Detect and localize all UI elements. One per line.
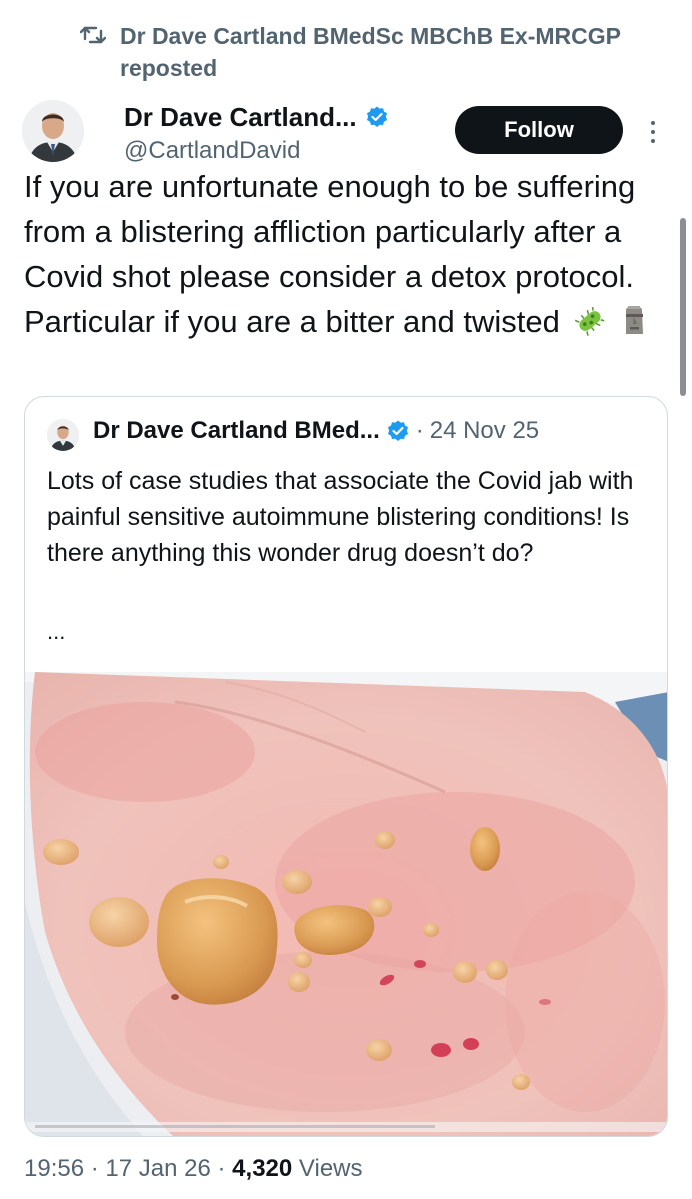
author-handle[interactable]: @CartlandDavid <box>124 136 300 166</box>
repost-text[interactable]: Dr Dave Cartland BMedSc MBChB Ex-MRCGP r… <box>120 20 680 84</box>
author-avatar[interactable] <box>22 100 84 162</box>
scrollbar[interactable] <box>680 218 686 396</box>
quoted-post-card[interactable]: Dr Dave Cartland BMed... · 24 Nov 25 Lot… <box>24 396 668 1137</box>
quoted-verified-badge-icon <box>386 419 410 443</box>
post-text: If you are unfortunate enough to be suff… <box>24 164 664 348</box>
repost-icon <box>80 20 106 50</box>
post-date[interactable]: 17 Jan 26 <box>105 1155 210 1182</box>
views-label[interactable]: Views <box>299 1155 363 1182</box>
more-options-icon[interactable] <box>643 112 663 152</box>
microbe-emoji-icon <box>574 303 605 348</box>
quoted-date[interactable]: 24 Nov 25 <box>430 417 539 445</box>
post-text-content: If you are unfortunate enough to be suff… <box>24 169 636 339</box>
verified-badge-icon <box>365 105 389 129</box>
moai-emoji-icon <box>619 302 649 348</box>
follow-button[interactable]: Follow <box>455 106 623 154</box>
meta-separator: · <box>90 1155 99 1182</box>
post-time[interactable]: 19:56 <box>24 1155 84 1182</box>
quoted-separator: · <box>415 417 424 444</box>
author-name[interactable]: Dr Dave Cartland... <box>124 100 357 134</box>
views-count[interactable]: 4,320 <box>232 1155 292 1182</box>
meta-separator: · <box>217 1155 226 1182</box>
repost-indicator[interactable]: Dr Dave Cartland BMedSc MBChB Ex-MRCGP r… <box>80 20 680 84</box>
quoted-author-avatar[interactable] <box>47 419 79 451</box>
quoted-post-text: Lots of case studies that associate the … <box>47 467 634 567</box>
quoted-ellipsis: ... <box>47 619 66 644</box>
quoted-media-image[interactable] <box>25 672 667 1136</box>
post-meta: 19:56 · 17 Jan 26 · 4,320 Views <box>24 1152 363 1186</box>
quoted-author-name[interactable]: Dr Dave Cartland BMed... <box>93 417 380 445</box>
